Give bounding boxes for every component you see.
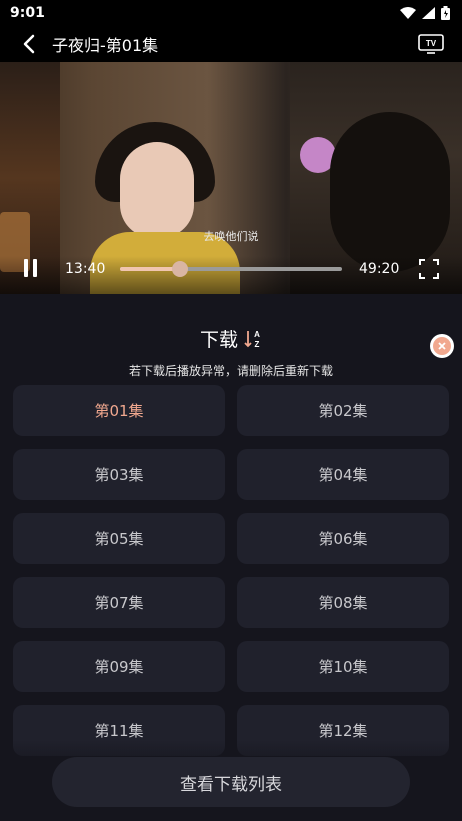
battery-icon: [441, 5, 450, 20]
pause-bar-right: [33, 259, 37, 277]
current-time: 13:40: [65, 261, 106, 277]
tv-cast-icon[interactable]: TV: [418, 33, 444, 55]
signal-icon: [422, 6, 435, 19]
progress-slider[interactable]: [120, 261, 342, 277]
close-panel-button[interactable]: [430, 334, 454, 358]
video-figure-back: [330, 112, 450, 272]
progress-fill: [120, 267, 180, 271]
fullscreen-icon[interactable]: [419, 259, 439, 279]
episode-tile[interactable]: 第05集: [13, 513, 225, 564]
sort-az-icon[interactable]: A Z: [244, 329, 262, 349]
progress-knob[interactable]: [171, 261, 188, 277]
wifi-icon: [400, 6, 416, 19]
top-bar: 子夜归-第01集 TV: [0, 25, 462, 62]
pause-button[interactable]: [24, 259, 40, 277]
episode-tile[interactable]: 第03集: [13, 449, 225, 500]
status-icons: [400, 5, 450, 20]
svg-text:A: A: [254, 330, 260, 339]
episode-grid: 第01集 第02集 第03集 第04集 第05集 第06集 第07集 第08集 第09集 第10集…: [13, 385, 449, 756]
svg-text:Z: Z: [255, 340, 260, 349]
tv-label: TV: [426, 39, 437, 48]
episode-tile[interactable]: 第10集: [237, 641, 449, 692]
episode-tile[interactable]: 第06集: [237, 513, 449, 564]
total-time: 49:20: [359, 261, 400, 277]
back-button[interactable]: [18, 33, 40, 55]
download-title-text: 下载: [199, 329, 238, 351]
status-bar: 9:01: [0, 0, 462, 25]
video-figure-face: [120, 142, 194, 238]
episode-tile[interactable]: 第01集: [13, 385, 225, 436]
episode-tile[interactable]: 第09集: [13, 641, 225, 692]
chevron-left-icon: [23, 34, 35, 53]
episode-tile[interactable]: 第02集: [237, 385, 449, 436]
episode-tile[interactable]: 第07集: [13, 577, 225, 628]
episode-tile[interactable]: 第08集: [237, 577, 449, 628]
episode-tile[interactable]: 第04集: [237, 449, 449, 500]
video-subtitle: 去唤他们说: [203, 230, 259, 243]
page-title: 子夜归-第01集: [52, 35, 159, 55]
pause-bar-left: [24, 259, 28, 277]
status-time: 9:01: [10, 4, 45, 21]
view-download-list-button[interactable]: 查看下载列表: [52, 757, 410, 807]
download-hint: 若下载后播放异常，请删除后重新下载: [128, 364, 333, 378]
download-title: 下载 A Z: [0, 325, 462, 352]
close-icon: [433, 337, 451, 355]
